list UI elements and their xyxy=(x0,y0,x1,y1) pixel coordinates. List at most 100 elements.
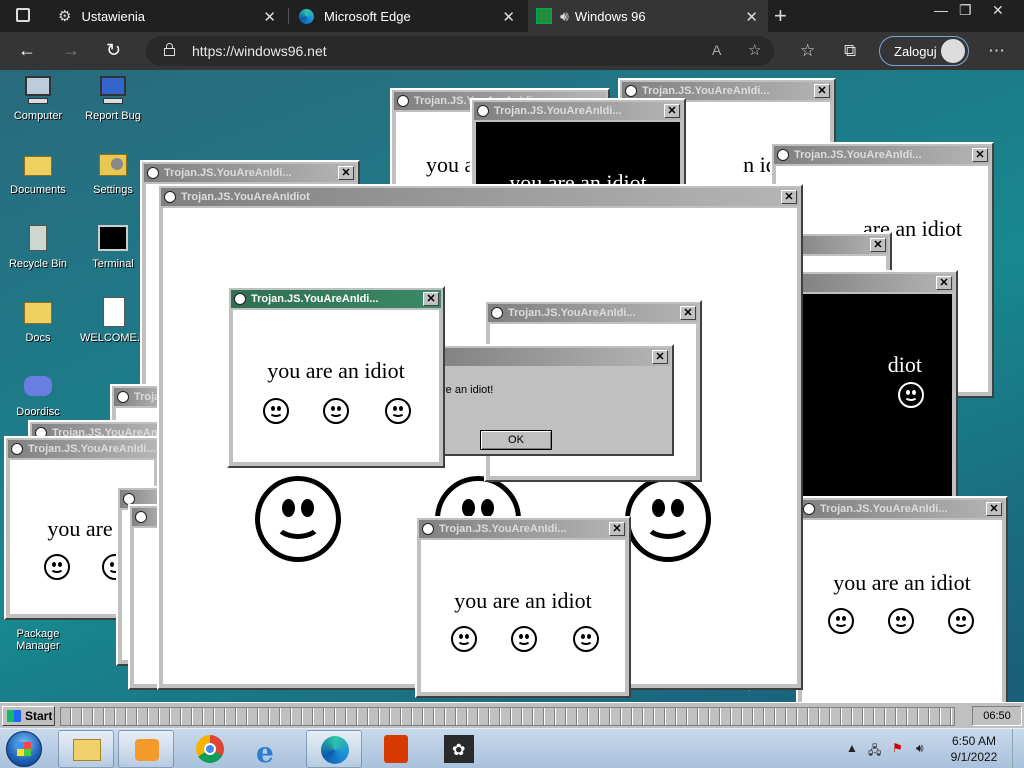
tab-label: Microsoft Edge xyxy=(324,8,411,24)
close-button[interactable]: ✕ xyxy=(680,306,696,320)
report-bug-icon xyxy=(97,74,129,106)
media-player-taskbar-button[interactable] xyxy=(118,730,174,768)
restore-icon[interactable]: ❐ xyxy=(959,2,972,19)
close-button[interactable]: ✕ xyxy=(986,502,1002,516)
desktop-icon-computer[interactable]: Computer xyxy=(0,74,76,122)
close-button[interactable]: ✕ xyxy=(972,148,988,162)
idiot-window[interactable]: Trojan.JS.YouAreAnIdi... ✕ you are an idi… xyxy=(470,98,686,198)
read-aloud-icon[interactable]: A xyxy=(712,42,721,58)
action-center-icon[interactable]: ⚑ xyxy=(892,741,903,755)
desktop-icon-docs[interactable]: Docs xyxy=(0,296,76,344)
screen: ⚙ Ustawienia ✕ Microsoft Edge ✕ 🔊︎ Windo… xyxy=(0,0,1024,768)
tab-label: Ustawienia xyxy=(81,8,146,24)
chrome-taskbar-button[interactable] xyxy=(182,730,238,768)
idiot-window[interactable]: Trojan.JS.YouAreAnIdi... ✕ you are an idi… xyxy=(796,496,1008,702)
close-button[interactable]: ✕ xyxy=(652,350,668,364)
windows-start-orb[interactable] xyxy=(6,731,42,767)
smiley-face-icon xyxy=(255,476,341,562)
dialog-message: re an idiot! xyxy=(442,384,494,396)
chrome-icon xyxy=(196,735,224,763)
tab-actions-icon[interactable] xyxy=(16,8,30,22)
close-button[interactable]: ✕ xyxy=(664,104,680,118)
app-taskbar-button[interactable]: ✿ xyxy=(430,730,486,768)
recycle-bin-icon xyxy=(22,222,54,254)
collections-icon[interactable]: ⧉ xyxy=(844,41,856,61)
show-desktop-button[interactable] xyxy=(1012,729,1024,768)
win96-taskbar: Start 06:50 xyxy=(0,702,1024,728)
discord-icon xyxy=(22,370,54,402)
tab-close-icon[interactable]: ✕ xyxy=(745,8,758,26)
tab-close-icon[interactable]: ✕ xyxy=(263,8,276,26)
close-button[interactable]: ✕ xyxy=(609,522,625,536)
desktop-icon-recycle-bin[interactable]: Recycle Bin xyxy=(0,222,76,270)
folder-icon xyxy=(73,739,101,761)
idiot-window[interactable]: ✕ diot xyxy=(790,270,958,522)
gear-icon: ⚙ xyxy=(58,8,72,25)
network-icon[interactable]: 🖧︎ xyxy=(868,741,881,762)
minimize-icon[interactable]: — xyxy=(934,2,948,18)
add-favorite-icon[interactable]: ☆ xyxy=(748,41,761,59)
more-icon[interactable]: ⋯ xyxy=(988,41,1005,61)
new-tab-icon[interactable]: + xyxy=(774,3,787,29)
explorer-taskbar-button[interactable] xyxy=(58,730,114,768)
close-button[interactable]: ✕ xyxy=(814,84,830,98)
close-button[interactable]: ✕ xyxy=(338,166,354,180)
start-button[interactable]: Start xyxy=(2,706,55,726)
favorites-icon[interactable]: ☆ xyxy=(800,41,815,61)
smiley-face-icon xyxy=(625,476,711,562)
alert-dialog[interactable]: ✕ re an idiot! OK xyxy=(428,344,674,456)
lock-icon xyxy=(164,43,175,56)
windows96-icon xyxy=(536,8,552,24)
taskbar-window-buttons[interactable] xyxy=(60,707,955,726)
markdown-file-icon xyxy=(97,296,129,328)
clock-date: 9/1/2022 xyxy=(950,750,998,764)
close-button[interactable]: ✕ xyxy=(423,292,439,306)
butterfly-app-icon: ✿ xyxy=(444,735,474,763)
edge-taskbar-button[interactable] xyxy=(306,730,362,768)
folder-icon xyxy=(22,148,54,180)
forward-icon[interactable]: → xyxy=(62,40,80,61)
tab-close-icon[interactable]: ✕ xyxy=(502,8,515,26)
close-button[interactable]: ✕ xyxy=(781,190,797,204)
tab-windows-96[interactable]: 🔊︎ Windows 96 ✕ xyxy=(528,0,768,32)
address-bar[interactable]: https://windows96.net A ☆ xyxy=(146,36,774,66)
tab-label: Windows 96 xyxy=(574,8,646,24)
tab-ustawienia[interactable]: ⚙ Ustawienia ✕ xyxy=(46,0,286,32)
close-window-icon[interactable]: ✕ xyxy=(992,2,1004,19)
computer-icon xyxy=(22,74,54,106)
ok-button[interactable]: OK xyxy=(480,430,552,450)
folder-icon xyxy=(22,296,54,328)
terminal-icon xyxy=(97,222,129,254)
clock-time: 6:50 AM xyxy=(951,734,997,748)
desktop-icon-package-manager[interactable]: Package Manager xyxy=(0,628,76,652)
desktop-icon-doordisc[interactable]: Doordisc xyxy=(0,370,76,418)
windows96-logo-icon xyxy=(7,710,21,722)
internet-explorer-taskbar-button[interactable]: e xyxy=(242,730,298,768)
desktop-icon-documents[interactable]: Documents xyxy=(0,148,76,196)
system-clock[interactable]: 6:50 AM 9/1/2022 xyxy=(944,733,1004,765)
login-label: Zaloguj xyxy=(894,44,937,59)
login-button[interactable]: Zaloguj xyxy=(879,36,969,66)
idiot-window[interactable]: Trojan.JS.YouAreAnIdi... ✕ you are an idi… xyxy=(415,516,631,698)
close-button[interactable]: ✕ xyxy=(936,276,952,290)
avatar-icon xyxy=(941,39,965,63)
windows7-taskbar: e ✿ ▲ 🖧︎ ⚑ 🔊︎ 6:50 AM 9/1/2022 xyxy=(0,728,1024,768)
browser-toolbar: ← → ↻ https://windows96.net A ☆ ☆ ⧉ Zalo… xyxy=(0,32,1024,70)
idiot-window-active[interactable]: Trojan.JS.YouAreAnIdi... ✕ you are an idi… xyxy=(227,286,445,468)
office-taskbar-button[interactable] xyxy=(368,730,424,768)
close-button[interactable]: ✕ xyxy=(870,238,886,252)
show-hidden-icons-icon[interactable]: ▲ xyxy=(846,741,858,755)
desktop-icon-report-bug[interactable]: Report Bug xyxy=(75,74,151,122)
edge-icon xyxy=(299,8,314,24)
speaker-icon[interactable]: 🔊︎ xyxy=(560,8,569,25)
refresh-icon[interactable]: ↻ xyxy=(106,40,121,61)
win96-clock: 06:50 xyxy=(972,706,1022,726)
volume-icon[interactable]: 🔊︎ xyxy=(916,741,924,756)
url-text: https://windows96.net xyxy=(192,43,327,59)
internet-explorer-icon: e xyxy=(256,736,274,768)
edge-icon xyxy=(321,736,349,764)
office-icon xyxy=(384,735,408,763)
back-icon[interactable]: ← xyxy=(18,40,36,61)
tab-microsoft-edge[interactable]: Microsoft Edge ✕ xyxy=(289,0,525,32)
browser-tab-strip: ⚙ Ustawienia ✕ Microsoft Edge ✕ 🔊︎ Windo… xyxy=(0,0,1024,32)
